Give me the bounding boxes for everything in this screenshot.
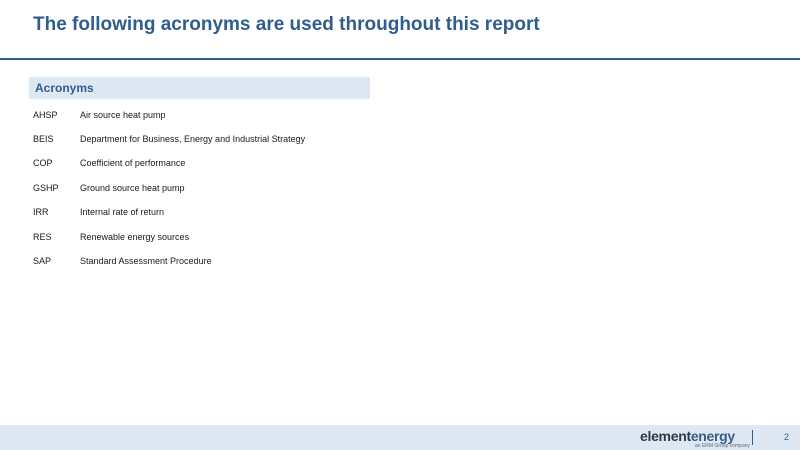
acronym-description: Ground source heat pump xyxy=(80,183,185,193)
acronym-description: Department for Business, Energy and Indu… xyxy=(80,134,306,144)
acronym-row: IRR Internal rate of return xyxy=(33,207,433,221)
title-divider xyxy=(0,58,800,60)
acronym-row: AHSP Air source heat pump xyxy=(33,110,433,124)
acronym-code: AHSP xyxy=(33,110,58,120)
acronym-row: COP Coefficient of performance xyxy=(33,158,433,172)
acronym-code: SAP xyxy=(33,256,52,266)
logo-tagline: an ERM Group company xyxy=(695,443,751,449)
acronym-description: Internal rate of return xyxy=(80,207,165,217)
acronym-code: RES xyxy=(33,232,52,242)
element-energy-logo: elementenergy an ERM Group company xyxy=(640,428,760,450)
acronym-code: COP xyxy=(33,158,53,168)
section-header-label: Acronyms xyxy=(35,81,94,95)
acronym-description: Renewable energy sources xyxy=(80,232,190,242)
logo-word-element: element xyxy=(640,428,691,444)
acronym-description: Standard Assessment Procedure xyxy=(80,256,212,266)
acronym-code: BEIS xyxy=(33,134,54,144)
page-number: 2 xyxy=(784,432,790,442)
slide-title: The following acronyms are used througho… xyxy=(33,14,540,35)
logo-divider xyxy=(752,430,753,445)
acronym-row: RES Renewable energy sources xyxy=(33,232,433,246)
acronym-row: GSHP Ground source heat pump xyxy=(33,183,433,197)
logo-word-energy: energy xyxy=(690,428,735,444)
acronyms-section-header: Acronyms xyxy=(29,77,370,99)
acronym-description: Air source heat pump xyxy=(80,110,166,120)
acronym-code: GSHP xyxy=(33,183,59,193)
acronym-code: IRR xyxy=(33,207,49,217)
acronym-description: Coefficient of performance xyxy=(80,158,186,168)
acronym-row: SAP Standard Assessment Procedure xyxy=(33,256,433,270)
acronym-row: BEIS Department for Business, Energy and… xyxy=(33,134,433,148)
logo-wordmark: elementenergy xyxy=(640,428,735,444)
